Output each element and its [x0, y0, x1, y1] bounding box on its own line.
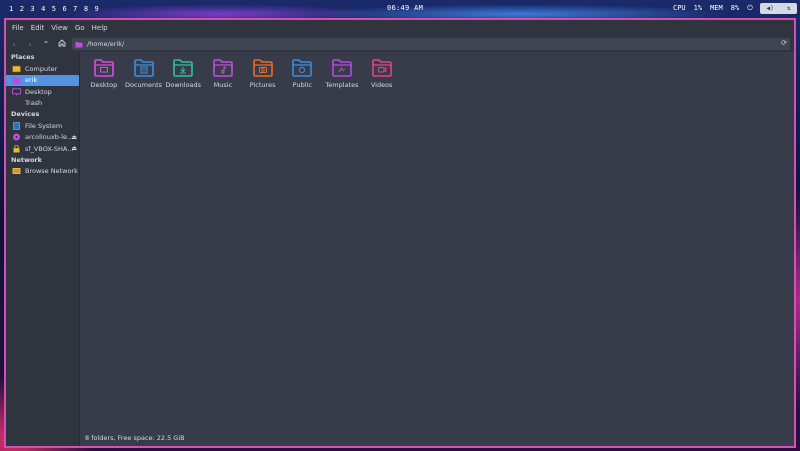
reload-icon[interactable]: ⟳ — [781, 39, 787, 47]
workspace-4[interactable]: 4 — [41, 5, 52, 13]
workspace-9[interactable]: 9 — [95, 5, 106, 13]
folder-downloads-icon — [173, 59, 194, 77]
folder-videos-icon — [371, 59, 392, 77]
sidebar-item-label: Computer — [25, 64, 58, 73]
folder-videos[interactable]: Videos — [362, 58, 402, 89]
volume-icon[interactable]: ◀) — [767, 5, 774, 12]
trash-icon — [12, 99, 21, 107]
home-icon — [12, 77, 21, 84]
system-tray: ◀) ⇅ — [760, 3, 797, 14]
disc-icon — [13, 133, 20, 141]
folder-pictures-icon — [252, 59, 273, 77]
cpu-value: 1% — [693, 4, 703, 12]
menu-go[interactable]: Go — [75, 24, 85, 32]
sidebar-item-trash[interactable]: Trash — [6, 98, 79, 110]
top-panel: 1 2 3 4 5 6 7 8 9 06:49 AM CPU 1% MEM 8%… — [0, 0, 800, 17]
eject-icon[interactable]: ⏏ — [71, 145, 77, 152]
filesystem-icon — [13, 122, 20, 130]
workspace-switcher: 1 2 3 4 5 6 7 8 9 — [9, 5, 105, 13]
network-icon — [12, 168, 21, 175]
sidebar-item-label: arcolinuxb-le... — [25, 133, 74, 142]
sidebar-item-label: Desktop — [25, 87, 52, 96]
folder-label: Desktop — [90, 81, 118, 89]
home-button[interactable] — [54, 39, 70, 49]
system-monitor: CPU 1% MEM 8% ⏻ — [673, 4, 753, 13]
folder-music-icon — [213, 59, 233, 77]
folder-music[interactable]: Music — [203, 58, 243, 89]
folder-desktop[interactable]: Desktop — [84, 58, 124, 89]
folder-public[interactable]: Public — [282, 58, 322, 89]
workspace-8[interactable]: 8 — [84, 5, 95, 13]
location-bar[interactable]: /home/erik/ ⟳ — [72, 38, 790, 50]
desktop-icon — [12, 88, 21, 96]
folder-templates[interactable]: Templates — [322, 58, 362, 89]
sidebar-item-label: File System — [25, 121, 63, 130]
sidebar-item-computer[interactable]: Computer — [6, 63, 79, 75]
home-folder-icon — [75, 41, 83, 47]
clock: 06:49 AM — [387, 4, 424, 12]
home-icon — [58, 39, 66, 47]
sidebar-item-browse-network[interactable]: Browse Network — [6, 166, 79, 178]
mem-label: MEM — [710, 4, 723, 12]
workspace-7[interactable]: 7 — [73, 5, 84, 13]
folder-templates-icon — [332, 59, 352, 77]
sidebar-item-label: Trash — [25, 99, 43, 108]
devices-heading: Devices — [11, 110, 40, 118]
folder-grid: Desktop Documents Downloads Music Pictur… — [84, 58, 402, 89]
status-text: 8 folders, Free space: 22.5 GiB — [85, 434, 185, 442]
menu-bar: File Edit View Go Help — [6, 20, 794, 36]
menu-help[interactable]: Help — [92, 24, 108, 32]
sidebar: Places Computer erik Desktop Trash Devic… — [6, 52, 80, 446]
folder-documents-icon — [133, 59, 154, 77]
folder-label: Downloads — [165, 81, 202, 89]
folder-downloads[interactable]: Downloads — [163, 58, 203, 89]
file-manager-window: File Edit View Go Help ‹ › ⌃ /home/erik/… — [4, 18, 796, 448]
folder-pictures[interactable]: Pictures — [243, 58, 283, 89]
network-heading: Network — [11, 155, 42, 164]
workspace-5[interactable]: 5 — [52, 5, 63, 13]
sidebar-item-label: sf_VBOX-SHA... — [25, 144, 74, 153]
computer-icon — [12, 65, 21, 73]
back-button[interactable]: ‹ — [6, 40, 22, 49]
folder-label: Public — [292, 81, 312, 89]
folder-documents[interactable]: Documents — [124, 58, 164, 89]
workspace-2[interactable]: 2 — [20, 5, 31, 13]
sidebar-item-label: erik — [25, 76, 38, 85]
workspace-1[interactable]: 1 — [9, 5, 20, 13]
sidebar-item-desktop[interactable]: Desktop — [6, 86, 79, 98]
folder-label: Templates — [325, 81, 359, 89]
forward-button[interactable]: › — [22, 40, 38, 49]
network-tray-icon[interactable]: ⇅ — [787, 5, 791, 12]
sidebar-item-label: Browse Network — [25, 167, 78, 176]
workspace-6[interactable]: 6 — [62, 5, 73, 13]
cpu-label: CPU — [673, 4, 686, 12]
status-bar: 8 folders, Free space: 22.5 GiB — [80, 430, 794, 446]
sidebar-item-erik[interactable]: erik — [6, 74, 79, 86]
folder-label: Pictures — [249, 81, 276, 89]
file-view[interactable]: Desktop Documents Downloads Music Pictur… — [80, 52, 794, 428]
sidebar-item-disc[interactable]: arcolinuxb-le... ⏏ — [6, 132, 79, 144]
folder-label: Videos — [370, 81, 393, 89]
folder-label: Documents — [125, 81, 163, 89]
sidebar-item-shared-folder[interactable]: sf_VBOX-SHA... ⏏ — [6, 143, 79, 155]
folder-desktop-icon — [94, 59, 114, 77]
folder-label: Music — [213, 81, 233, 89]
folder-public-icon — [292, 59, 313, 77]
eject-icon[interactable]: ⏏ — [71, 134, 77, 141]
lock-drive-icon — [13, 144, 20, 153]
places-heading: Places — [11, 53, 35, 61]
location-path[interactable]: /home/erik/ — [87, 40, 124, 48]
menu-file[interactable]: File — [12, 24, 24, 32]
sidebar-item-file-system[interactable]: File System — [6, 120, 79, 132]
toolbar: ‹ › ⌃ /home/erik/ ⟳ — [6, 36, 794, 52]
menu-view[interactable]: View — [51, 24, 68, 32]
workspace-3[interactable]: 3 — [30, 5, 41, 13]
mem-value: 8% — [730, 4, 740, 12]
menu-edit[interactable]: Edit — [31, 24, 45, 32]
up-button[interactable]: ⌃ — [38, 40, 54, 49]
power-icon[interactable]: ⏻ — [747, 4, 753, 13]
